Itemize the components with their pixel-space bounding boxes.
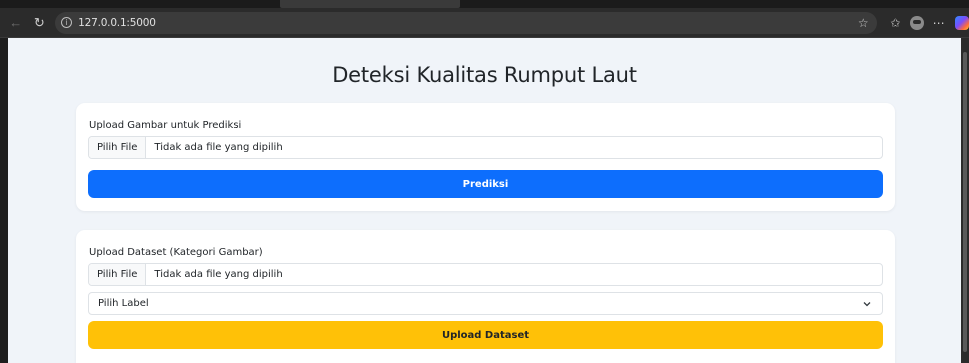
scrollbar-thumb[interactable] bbox=[963, 52, 967, 352]
upload-dataset-button[interactable]: Upload Dataset bbox=[88, 321, 883, 349]
dataset-choose-file-button[interactable]: Pilih File bbox=[89, 264, 147, 285]
reload-icon[interactable]: ↻ bbox=[30, 13, 50, 33]
page-title: Deteksi Kualitas Rumput Laut bbox=[332, 63, 637, 87]
predict-card: Upload Gambar untuk Prediksi Pilih File … bbox=[76, 103, 895, 211]
url-text[interactable]: 127.0.0.1:5000 bbox=[78, 17, 156, 29]
page-viewport: Deteksi Kualitas Rumput Laut Upload Gamb… bbox=[8, 38, 961, 363]
dataset-card: Upload Dataset (Kategori Gambar) Pilih F… bbox=[76, 230, 895, 363]
more-options-icon[interactable]: ⋯ bbox=[928, 16, 950, 30]
dataset-file-input[interactable]: Pilih File Tidak ada file yang dipilih bbox=[88, 263, 883, 286]
site-info-icon[interactable]: i bbox=[61, 17, 73, 28]
label-select[interactable]: Pilih Label bbox=[88, 292, 883, 315]
label-select-value: Pilih Label bbox=[98, 298, 149, 309]
browser-toolbar: ← ↻ i 127.0.0.1:5000 ☆ ✩ ⋯ bbox=[0, 8, 969, 38]
profile-avatar-icon[interactable] bbox=[910, 15, 924, 30]
copilot-icon[interactable] bbox=[955, 15, 969, 30]
favorites-icon[interactable]: ✩ bbox=[885, 16, 907, 30]
address-bar[interactable]: i 127.0.0.1:5000 ☆ bbox=[55, 11, 877, 34]
add-favorite-star-icon[interactable]: ☆ bbox=[858, 16, 869, 30]
predict-file-input[interactable]: Pilih File Tidak ada file yang dipilih bbox=[88, 136, 883, 159]
active-tab[interactable] bbox=[280, 0, 460, 8]
dataset-upload-label: Upload Dataset (Kategori Gambar) bbox=[89, 247, 263, 258]
dataset-file-status: Tidak ada file yang dipilih bbox=[154, 269, 283, 280]
chevron-down-icon bbox=[863, 301, 871, 306]
predict-choose-file-button[interactable]: Pilih File bbox=[89, 137, 147, 158]
browser-tab-strip bbox=[0, 0, 969, 8]
predict-button[interactable]: Prediksi bbox=[88, 170, 883, 198]
back-arrow-icon[interactable]: ← bbox=[6, 13, 26, 33]
predict-file-status: Tidak ada file yang dipilih bbox=[154, 142, 283, 153]
page-scrollbar[interactable] bbox=[961, 38, 969, 363]
predict-upload-label: Upload Gambar untuk Prediksi bbox=[89, 120, 242, 131]
